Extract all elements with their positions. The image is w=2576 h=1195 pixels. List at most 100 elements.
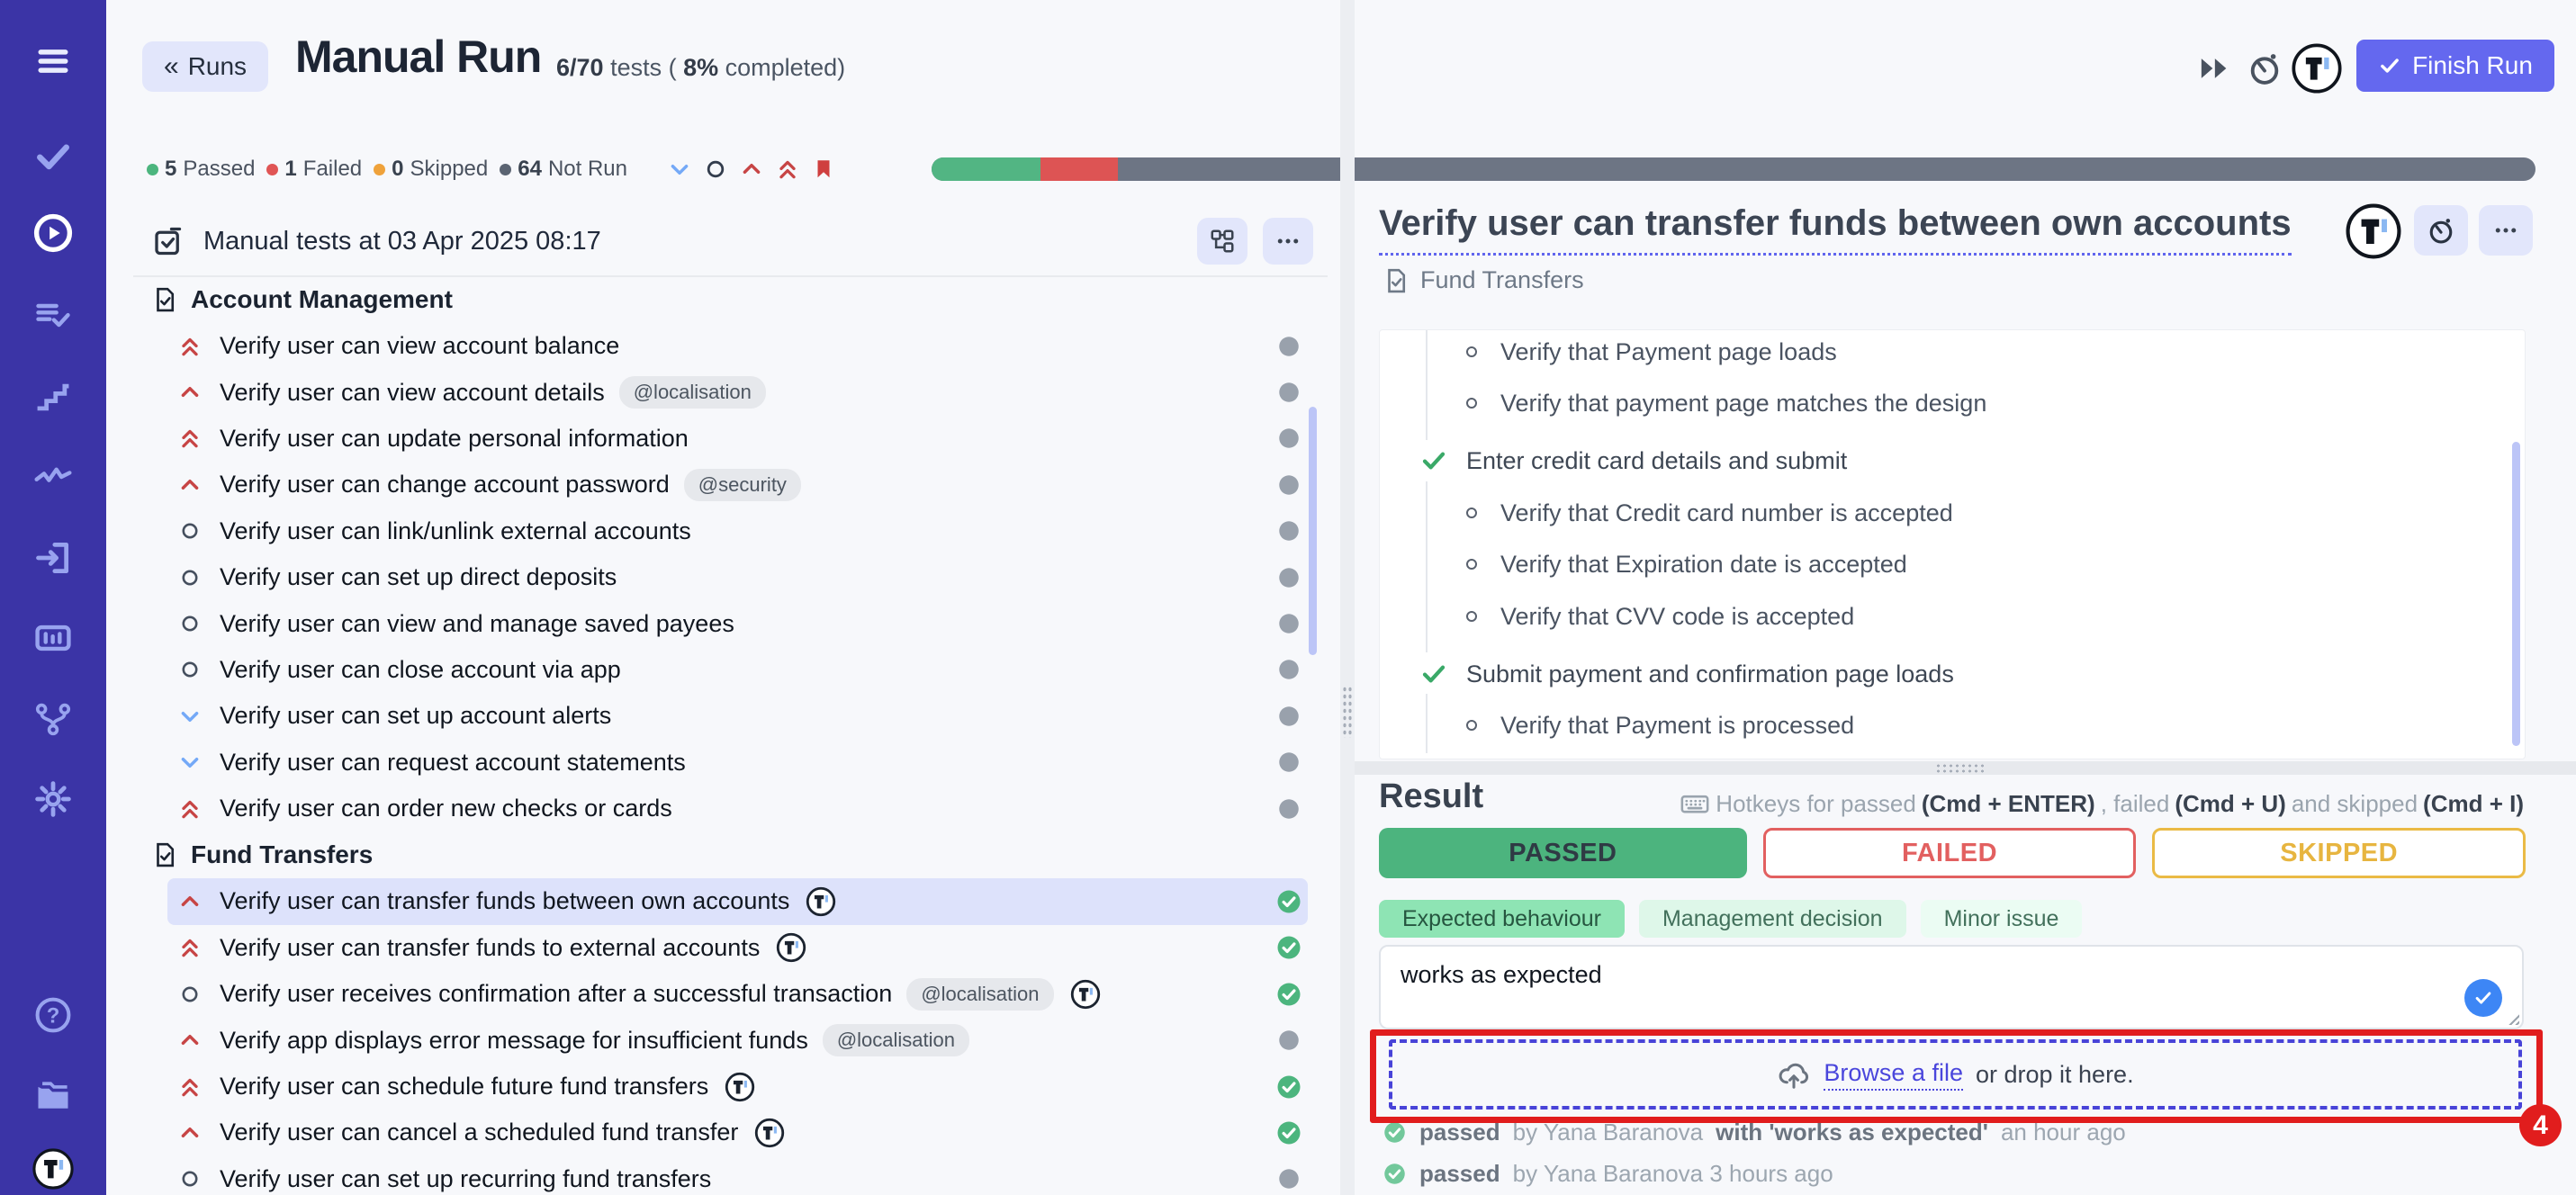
fast-forward-icon[interactable]	[2194, 49, 2234, 88]
sidebar-item-tasks[interactable]	[32, 135, 74, 176]
result-tag[interactable]: Expected behaviour	[1379, 900, 1625, 938]
stat-not-run: 64Not Run	[500, 157, 627, 182]
ellipsis-icon	[1274, 228, 1302, 255]
resize-corner-icon[interactable]	[2506, 1011, 2519, 1025]
substep-item[interactable]: Verify that Payment page loads	[1380, 336, 1837, 368]
skipped-button[interactable]: SKIPPED	[2152, 828, 2526, 878]
test-row[interactable]: Verify user can order new checks or card…	[167, 786, 1308, 831]
test-row[interactable]: Verify user can transfer funds between o…	[167, 878, 1308, 924]
test-row[interactable]: Verify user can view account balance	[167, 323, 1308, 369]
test-row[interactable]: Verify user can set up direct deposits	[167, 554, 1308, 600]
status-dot-icon	[147, 164, 158, 175]
test-row[interactable]: Verify user can cancel a scheduled fund …	[167, 1110, 1308, 1155]
submit-comment-button[interactable]	[2464, 979, 2502, 1017]
test-row[interactable]: Verify user can schedule future fund tra…	[167, 1064, 1308, 1110]
test-tag: @localisation	[906, 978, 1053, 1011]
steps-resize-handle[interactable]	[1935, 763, 1987, 773]
test-row[interactable]: Verify app displays error message for in…	[167, 1017, 1308, 1063]
sidebar-item-menu[interactable]	[32, 40, 74, 82]
test-row[interactable]: Verify user can change account password@…	[167, 462, 1308, 508]
stat-count: 0	[392, 157, 403, 182]
sidebar-item-signin[interactable]	[32, 537, 74, 579]
test-detail-title[interactable]: Verify user can transfer funds between o…	[1379, 203, 2292, 256]
status-dot-icon	[500, 164, 511, 175]
finish-run-button[interactable]: Finish Run	[2356, 40, 2554, 92]
status-passed-icon	[1275, 1074, 1302, 1101]
substep-item[interactable]: Verify that payment page matches the des…	[1380, 387, 1986, 419]
substep-item[interactable]: Verify that Expiration date is accepted	[1380, 548, 1907, 580]
failed-button[interactable]: FAILED	[1763, 828, 2137, 878]
test-title: Verify user can cancel a scheduled fund …	[220, 1119, 738, 1146]
check-icon	[2473, 988, 2493, 1008]
sidebar-item-projects[interactable]	[32, 1075, 74, 1117]
test-list: Account Management Verify user can view a…	[133, 276, 1328, 1195]
testomat-logo-icon[interactable]	[2292, 43, 2342, 94]
circle-icon[interactable]	[704, 157, 727, 181]
step-item[interactable]: Enter credit card details and submit	[1380, 445, 1847, 477]
passed-button[interactable]: PASSED	[1379, 828, 1747, 878]
status-notrun-icon	[1275, 656, 1302, 683]
chevron-up-red-icon[interactable]	[740, 157, 763, 181]
test-row[interactable]: Verify user can view and manage saved pa…	[167, 600, 1308, 646]
bookmark-red-icon[interactable]	[812, 157, 835, 181]
test-row[interactable]: Verify user can close account via app	[167, 647, 1308, 693]
double-chevron-up-red-icon[interactable]	[776, 157, 799, 181]
test-row[interactable]: Verify user can update personal informat…	[167, 416, 1308, 462]
detail-more-button[interactable]	[2479, 205, 2533, 256]
run-more-button[interactable]	[1263, 218, 1313, 265]
stopwatch-icon[interactable]	[2245, 49, 2284, 88]
chevron-down-blue-icon[interactable]	[668, 157, 691, 181]
test-row[interactable]: Verify user can set up recurring fund tr…	[167, 1156, 1308, 1195]
test-row[interactable]: Verify user can view account details@loc…	[167, 369, 1308, 415]
comment-input[interactable]: works as expected	[1379, 945, 2524, 1029]
status-notrun-icon	[1275, 564, 1302, 591]
substep-item[interactable]: Verify that CVV code is accepted	[1380, 600, 1854, 633]
suite-header[interactable]: Fund Transfers	[133, 831, 1328, 878]
stat-count: 1	[284, 157, 296, 182]
substep-item[interactable]: Verify that Credit card number is accept…	[1380, 497, 1953, 529]
sidebar-item-settings[interactable]	[32, 778, 74, 820]
sidebar-item-branch[interactable]	[32, 698, 74, 740]
status-passed-icon	[1275, 934, 1302, 961]
step-item[interactable]: Submit payment and confirmation page loa…	[1380, 658, 1954, 690]
test-row[interactable]: Verify user can request account statemen…	[167, 740, 1308, 786]
substep-item[interactable]: Verify that Payment is processed	[1380, 709, 1854, 741]
history-passed-icon	[1383, 1120, 1407, 1145]
testomat-badge-icon	[1070, 979, 1101, 1010]
sidebar-item-logo[interactable]	[32, 1148, 74, 1190]
timer-button[interactable]	[2414, 205, 2468, 256]
result-tag[interactable]: Management decision	[1639, 900, 1906, 938]
test-tag: @localisation	[823, 1024, 969, 1056]
priority-normal-icon	[178, 659, 202, 680]
test-title: Verify user can change account password	[220, 471, 670, 499]
sidebar-item-reports[interactable]	[32, 617, 74, 659]
text-segment: passed	[1419, 1160, 1500, 1188]
test-title: Verify user can update personal informat…	[220, 425, 689, 453]
sidebar-item-help[interactable]: ?	[32, 994, 74, 1036]
back-to-runs-label: Runs	[188, 52, 247, 81]
test-row[interactable]: Verify user receives confirmation after …	[167, 971, 1308, 1017]
suite-title: Account Management	[191, 285, 453, 314]
sidebar-item-steps[interactable]	[32, 376, 74, 418]
status-passed-icon	[1275, 1119, 1302, 1146]
result-tag[interactable]: Minor issue	[1921, 900, 2083, 938]
run-progress-bar	[932, 157, 2535, 181]
back-to-runs-button[interactable]: « Runs	[142, 41, 268, 92]
run-checklist-icon	[151, 225, 184, 257]
steps-scrollbar[interactable]	[2512, 442, 2520, 746]
finish-run-label: Finish Run	[2412, 51, 2533, 80]
step-text: Verify that Payment is processed	[1500, 712, 1854, 740]
testomat-badge-icon[interactable]	[2346, 203, 2401, 259]
test-row[interactable]: Verify user can set up account alerts	[167, 693, 1308, 739]
sidebar-item-checklist[interactable]	[32, 295, 74, 337]
sidebar-item-activity[interactable]	[32, 456, 74, 498]
panel-resize-handle[interactable]	[1342, 686, 1353, 738]
test-row[interactable]: Verify user can transfer funds to extern…	[167, 925, 1308, 971]
suite-header[interactable]: Account Management	[133, 276, 1328, 323]
test-row[interactable]: Verify user can link/unlink external acc…	[167, 508, 1308, 554]
tree-view-button[interactable]	[1197, 218, 1247, 265]
sidebar-item-run[interactable]	[32, 212, 74, 254]
test-list-scrollbar[interactable]	[1309, 407, 1317, 655]
step-passed-check-icon	[1419, 660, 1448, 688]
text-segment: tests (	[604, 54, 684, 81]
